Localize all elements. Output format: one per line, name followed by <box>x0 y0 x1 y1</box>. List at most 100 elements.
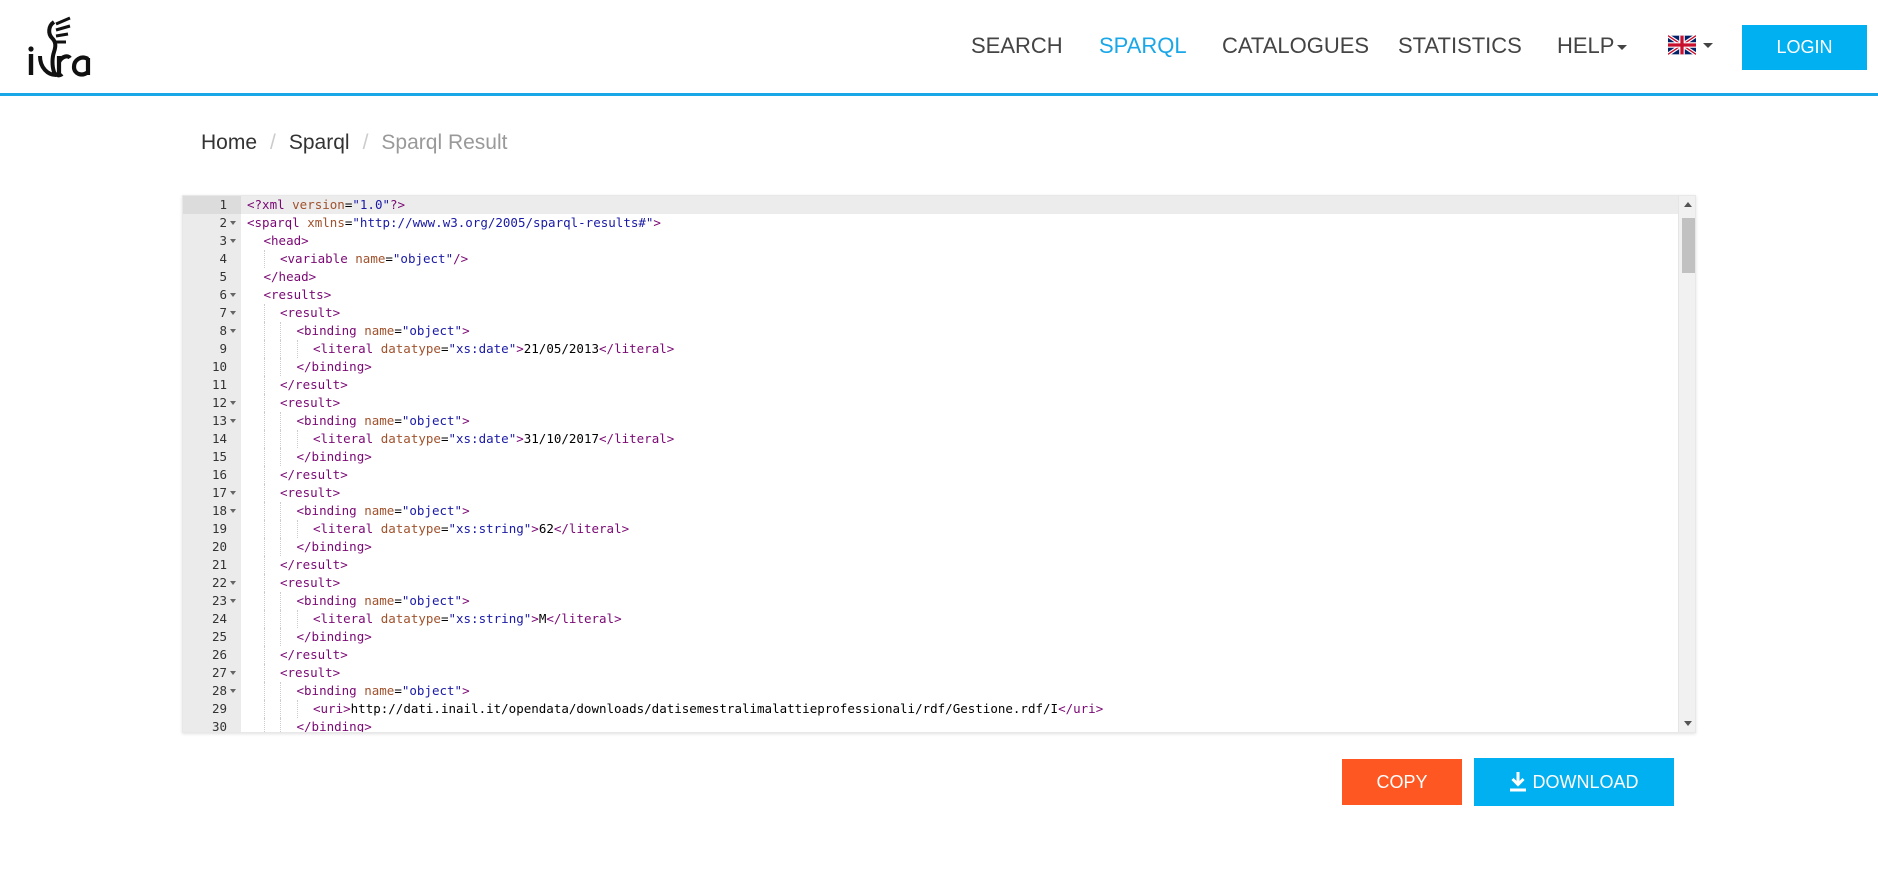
code-token: <literal <box>313 431 381 446</box>
code-line: 17 <result> <box>183 484 1678 502</box>
indent-guide <box>263 484 265 502</box>
code-text: <literal datatype="xs:string">M</literal… <box>313 610 622 628</box>
chevron-down-icon <box>1703 43 1713 48</box>
nav-search[interactable]: SEARCH <box>971 33 1063 59</box>
code-text: <uri>http://dati.inail.it/opendata/downl… <box>313 700 1103 718</box>
code-token: "object" <box>401 683 463 698</box>
code-text: </binding> <box>297 628 372 646</box>
code-text: <result> <box>280 574 340 592</box>
code-text: <result> <box>280 304 340 322</box>
top-navbar: SEARCH SPARQL CATALOGUES STATISTICS HELP… <box>0 0 1878 96</box>
login-button[interactable]: LOGIN <box>1742 25 1867 70</box>
indent-guide <box>280 718 281 732</box>
fold-toggle-icon[interactable] <box>230 221 236 225</box>
code-token: <binding <box>296 323 365 338</box>
code-token: > <box>462 413 470 428</box>
nav-statistics[interactable]: STATISTICS <box>1398 33 1522 59</box>
nav-catalogues[interactable]: CATALOGUES <box>1222 33 1369 59</box>
scroll-down-arrow-icon[interactable] <box>1684 721 1692 726</box>
line-number: 22 <box>211 575 227 590</box>
download-icon <box>1510 772 1527 792</box>
code-text: </result> <box>280 466 348 484</box>
indent-guide <box>280 700 281 718</box>
nav-sparql[interactable]: SPARQL <box>1099 33 1187 59</box>
code-token: = <box>394 683 402 698</box>
code-line: 15 </binding> <box>183 448 1678 466</box>
code-token: ?> <box>390 197 406 212</box>
fold-toggle-icon[interactable] <box>230 689 236 693</box>
line-number: 7 <box>219 305 227 320</box>
code-text: <results> <box>264 286 332 304</box>
code-token: "xs:date" <box>448 431 517 446</box>
breadcrumb-home[interactable]: Home <box>201 131 257 155</box>
indent-guide <box>263 430 265 448</box>
code-token: = <box>394 413 402 428</box>
fold-toggle-icon[interactable] <box>230 419 236 423</box>
fold-toggle-icon[interactable] <box>230 509 236 513</box>
code-token: <result> <box>280 305 341 320</box>
indent-guide <box>280 358 281 376</box>
scroll-up-arrow-icon[interactable] <box>1684 202 1692 207</box>
code-text: <?xml version="1.0"?> <box>247 196 405 214</box>
code-text: <literal datatype="xs:date">31/10/2017</… <box>313 430 674 448</box>
nav-help-dropdown[interactable]: HELP <box>1557 33 1628 59</box>
code-token: <literal <box>313 341 381 356</box>
fold-toggle-icon[interactable] <box>230 311 236 315</box>
fold-toggle-icon[interactable] <box>230 293 236 297</box>
indent-guide <box>280 520 281 538</box>
code-token: <binding <box>296 503 365 518</box>
chevron-down-icon <box>1617 44 1628 50</box>
fold-toggle-icon[interactable] <box>230 599 236 603</box>
fold-toggle-icon[interactable] <box>230 491 236 495</box>
code-token: name <box>364 593 395 608</box>
code-line: 2 <sparql xmlns="http://www.w3.org/2005/s… <box>183 214 1678 232</box>
breadcrumb-separator: / <box>362 131 369 154</box>
line-number: 14 <box>211 431 227 446</box>
indent-guide <box>263 304 265 322</box>
code-token: > <box>516 341 524 356</box>
fold-toggle-icon[interactable] <box>230 239 236 243</box>
copy-button[interactable]: COPY <box>1342 759 1462 805</box>
code-line: 29 <uri>http://dati.inail.it/opendata/dow… <box>183 700 1678 718</box>
code-token: http://dati.inail.it/opendata/downloads/… <box>350 701 1059 716</box>
indent-guide <box>280 430 281 448</box>
code-line: 6 <results> <box>183 286 1678 304</box>
idra-logo[interactable] <box>26 12 116 82</box>
code-text: <sparql xmlns="http://www.w3.org/2005/sp… <box>247 214 661 232</box>
code-token: </head> <box>263 269 317 284</box>
fold-toggle-icon[interactable] <box>230 401 236 405</box>
code-text: <binding name="object"> <box>297 682 470 700</box>
code-token: > <box>462 503 470 518</box>
line-number: 2 <box>219 215 227 230</box>
download-button[interactable]: DOWNLOAD <box>1474 758 1674 806</box>
code-token: </literal> <box>599 341 675 356</box>
breadcrumb-sparql[interactable]: Sparql <box>289 131 350 155</box>
editor-scrollbar[interactable] <box>1678 196 1695 732</box>
indent-guide <box>280 412 281 430</box>
line-number: 5 <box>219 269 227 284</box>
code-token: <?xml <box>247 197 293 212</box>
line-number: 25 <box>211 629 227 644</box>
fold-toggle-icon[interactable] <box>230 329 236 333</box>
scrollbar-thumb[interactable] <box>1682 218 1695 273</box>
line-number: 29 <box>211 701 227 716</box>
line-number: 28 <box>211 683 227 698</box>
fold-toggle-icon[interactable] <box>230 581 236 585</box>
line-number: 10 <box>211 359 227 374</box>
sparql-result-editor[interactable]: 1 <?xml version="1.0"?> 2 <sparql xmlns="ht… <box>182 195 1696 733</box>
code-token: "xs:string" <box>448 521 532 536</box>
code-token: datatype <box>380 521 441 536</box>
fold-toggle-icon[interactable] <box>230 671 236 675</box>
code-token: "http://www.w3.org/2005/sparql-results#" <box>352 215 654 230</box>
code-line: 4 <variable name="object"/> <box>183 250 1678 268</box>
line-number: 11 <box>211 377 227 392</box>
code-token: = <box>394 323 402 338</box>
line-number: 1 <box>219 197 227 212</box>
code-text: <binding name="object"> <box>297 502 470 520</box>
code-token: name <box>364 323 395 338</box>
code-text: </binding> <box>297 448 372 466</box>
code-token: xmlns <box>307 215 345 230</box>
code-text: </result> <box>280 646 348 664</box>
code-line: 3 <head> <box>183 232 1678 250</box>
nav-help-label: HELP <box>1557 33 1615 58</box>
